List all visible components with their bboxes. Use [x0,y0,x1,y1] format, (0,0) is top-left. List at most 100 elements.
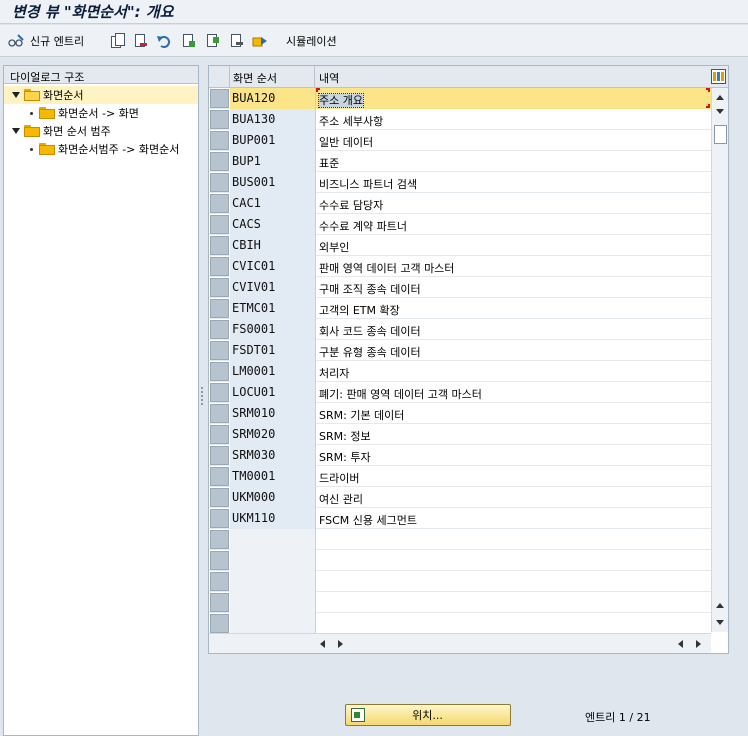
description-cell[interactable]: 드라이버 [316,466,711,487]
row-selector[interactable] [210,236,229,255]
description-cell[interactable] [316,592,711,613]
scroll-right-icon[interactable] [338,640,343,648]
description-cell[interactable]: 판매 영역 데이터 고객 마스터 [316,256,711,277]
scroll-left-icon[interactable] [678,640,683,648]
row-selector[interactable] [210,467,229,486]
table-settings-icon[interactable] [711,69,726,84]
vertical-scrollbar[interactable] [711,88,728,632]
row-selector[interactable] [210,341,229,360]
tree-item-sequence-to-screen[interactable]: 화면순서 -> 화면 [4,104,198,122]
row-selector[interactable] [210,110,229,129]
row-selector[interactable] [210,572,229,591]
description-cell[interactable]: 수수료 담당자 [316,193,711,214]
table-row[interactable]: FSDT01 구분 유형 종속 데이터 [209,340,711,361]
new-entries-button[interactable]: 신규 엔트리 [8,31,84,51]
table-row[interactable]: LOCU01 폐기: 판매 영역 데이터 고객 마스터 [209,382,711,403]
tree-item-screen-sequence[interactable]: 화면순서 [4,86,198,104]
table-row[interactable]: LM0001 처리자 [209,361,711,382]
select-all-button[interactable] [180,31,196,51]
row-selector[interactable] [210,404,229,423]
select-all-rows-corner[interactable] [209,66,230,87]
transport-button[interactable] [252,31,268,51]
screen-sequence-cell[interactable] [230,529,316,550]
row-selector[interactable] [210,593,229,612]
table-row[interactable]: TM0001 드라이버 [209,466,711,487]
description-cell[interactable] [316,529,711,550]
screen-sequence-cell[interactable] [230,613,316,634]
table-row[interactable]: UKM000 여신 관리 [209,487,711,508]
scroll-thumb[interactable] [714,125,727,144]
row-selector[interactable] [210,278,229,297]
description-cell[interactable]: SRM: 투자 [316,445,711,466]
expand-triangle-icon[interactable] [12,128,20,134]
table-row[interactable]: UKM110 FSCM 신용 세그먼트 [209,508,711,529]
row-selector[interactable] [210,215,229,234]
description-cell[interactable]: 일반 데이터 [316,130,711,151]
row-selector[interactable] [210,320,229,339]
table-row[interactable]: BUP1 표준 [209,151,711,172]
empty-table-row[interactable] [209,592,711,613]
row-selector[interactable] [210,173,229,192]
description-cell[interactable]: 고객의 ETM 확장 [316,298,711,319]
row-selector[interactable] [210,530,229,549]
screen-sequence-cell[interactable] [230,571,316,592]
description-cell[interactable]: 수수료 계약 파트너 [316,214,711,235]
row-selector[interactable] [210,362,229,381]
description-cell[interactable]: FSCM 신용 세그먼트 [316,508,711,529]
table-row[interactable]: SRM020 SRM: 정보 [209,424,711,445]
description-cell[interactable]: 외부인 [316,235,711,256]
description-cell[interactable] [316,613,711,634]
row-selector[interactable] [210,551,229,570]
description-cell[interactable] [316,571,711,592]
scroll-down-icon[interactable] [716,109,724,114]
table-row[interactable]: CACS 수수료 계약 파트너 [209,214,711,235]
scroll-up-icon[interactable] [716,603,724,608]
screen-sequence-cell[interactable] [230,592,316,613]
description-cell[interactable]: 여신 관리 [316,487,711,508]
row-selector[interactable] [210,509,229,528]
description-cell[interactable]: SRM: 정보 [316,424,711,445]
empty-table-row[interactable] [209,550,711,571]
description-cell[interactable]: 처리자 [316,361,711,382]
scroll-down-icon[interactable] [716,620,724,625]
table-row[interactable]: BUA120 주소 개요 [209,88,711,109]
screen-sequence-cell[interactable] [230,550,316,571]
select-block-button[interactable] [204,31,220,51]
table-row[interactable]: BUS001 비즈니스 파트너 검색 [209,172,711,193]
description-cell[interactable]: 구매 조직 종속 데이터 [316,277,711,298]
table-row[interactable]: ETMC01 고객의 ETM 확장 [209,298,711,319]
row-selector[interactable] [210,383,229,402]
tree-item-category-to-sequence[interactable]: 화면순서범주 -> 화면순서 [4,140,198,158]
scroll-left-icon[interactable] [320,640,325,648]
delete-button[interactable] [132,31,148,51]
description-cell[interactable] [316,550,711,571]
description-cell[interactable]: SRM: 기본 데이터 [316,403,711,424]
row-selector[interactable] [210,614,229,633]
description-cell[interactable]: 구분 유형 종속 데이터 [316,340,711,361]
row-selector[interactable] [210,89,229,108]
row-selector[interactable] [210,131,229,150]
simulation-button[interactable]: 시뮬레이션 [280,31,337,51]
row-selector[interactable] [210,152,229,171]
description-cell[interactable]: 폐기: 판매 영역 데이터 고객 마스터 [316,382,711,403]
table-row[interactable]: FS0001 회사 코드 종속 데이터 [209,319,711,340]
table-row[interactable]: CVIC01 판매 영역 데이터 고객 마스터 [209,256,711,277]
column-header-description[interactable]: 내역 [316,66,711,87]
description-cell[interactable]: 주소 세부사항 [316,109,711,130]
description-cell[interactable]: 회사 코드 종속 데이터 [316,319,711,340]
scroll-up-icon[interactable] [716,95,724,100]
scroll-right-icon[interactable] [696,640,701,648]
empty-table-row[interactable] [209,613,711,634]
empty-table-row[interactable] [209,529,711,550]
row-selector[interactable] [210,425,229,444]
table-row[interactable]: CAC1 수수료 담당자 [209,193,711,214]
row-selector[interactable] [210,257,229,276]
table-row[interactable]: CBIH 외부인 [209,235,711,256]
row-selector[interactable] [210,194,229,213]
table-row[interactable]: BUA130 주소 세부사항 [209,109,711,130]
pane-splitter-handle[interactable] [200,385,204,411]
description-cell[interactable]: 표준 [316,151,711,172]
row-selector[interactable] [210,446,229,465]
undo-button[interactable] [156,31,172,51]
description-cell[interactable]: 주소 개요 [316,88,711,109]
